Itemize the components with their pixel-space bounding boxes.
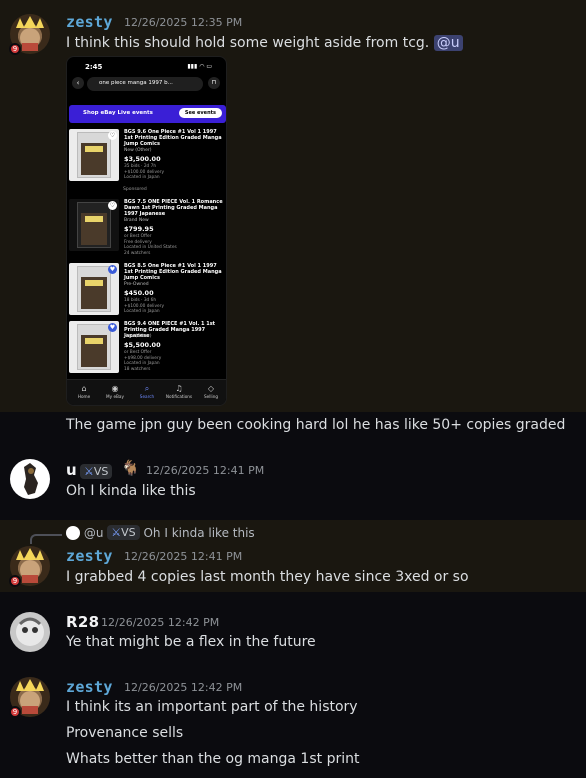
message-text: I think this should hold some weight asi…: [66, 35, 463, 51]
sword-icon: ⚔: [84, 465, 94, 478]
heart-icon: ♡: [108, 201, 117, 210]
nav-selling: ◇ Selling: [196, 384, 226, 399]
timestamp: 12/26/2025 12:35 PM: [124, 16, 243, 29]
role-tag: ⚔VS: [80, 461, 113, 480]
server-badge-icon: 9: [9, 43, 21, 55]
timestamp: 12/26/2025 12:42 PM: [101, 616, 220, 629]
reply-connector: [30, 534, 62, 544]
message-text: Whats better than the og manga 1st print: [66, 751, 360, 767]
listing-price: $5,500.00: [124, 341, 161, 349]
goat-icon: 🐐: [121, 459, 140, 477]
author-name[interactable]: R28: [66, 613, 99, 631]
listing-meta: 18 bids · 3d 6h +$100.00 delivery Locate…: [124, 298, 164, 314]
bell-icon: ♫: [175, 384, 183, 393]
message-text: Oh I kinda like this: [66, 483, 196, 499]
embedded-screenshot[interactable]: 2:45 ▮▮▮ ◠ ▭ ‹ one piece manga 1997 b...…: [66, 56, 227, 406]
listing-price: $3,500.00: [124, 155, 161, 163]
listing-price: $450.00: [124, 289, 154, 297]
server-badge-icon: 9: [9, 706, 21, 718]
avatar-u[interactable]: [10, 459, 50, 499]
heart-icon: ♥: [108, 323, 117, 332]
cart-icon: ⊓: [208, 77, 220, 89]
timestamp: 12/26/2025 12:42 PM: [124, 681, 243, 694]
heart-icon: ♥: [108, 265, 117, 274]
listing-meta: 35 bids · 2d 7h +$100.00 delivery Locate…: [124, 164, 164, 180]
ebay-live-banner: Shop eBay Live events See events: [69, 105, 226, 123]
listing-price: $799.95: [124, 225, 154, 233]
nav-home: ⌂ Home: [69, 384, 99, 399]
message-text: I think its an important part of the his…: [66, 699, 358, 715]
user-icon: ◉: [111, 384, 119, 393]
reply-preview[interactable]: @u ⚔VS Oh I kinda like this: [66, 525, 255, 540]
message-text: Provenance sells: [66, 725, 184, 741]
author-name[interactable]: zesty: [66, 547, 113, 565]
phone-bottom-nav: ⌂ Home ◉ My eBay ⌕ Search ♫ Notifications ◇ S…: [67, 379, 226, 405]
listing-condition: Brand New: [124, 218, 149, 223]
nav-notifications: ♫ Notifications: [165, 384, 193, 399]
message-group-zesty-1: 9 zesty 12/26/2025 12:35 PM I think this…: [0, 0, 586, 412]
tag-icon: ◇: [207, 384, 215, 393]
author-name[interactable]: zesty: [66, 678, 113, 696]
listing-meta: or Best Offer Free delivery Located in U…: [124, 234, 177, 256]
sponsored-label: Sponsored: [123, 187, 147, 192]
see-events-button: See events: [178, 108, 222, 118]
listing-condition: New (Other): [124, 148, 152, 153]
message-text: I grabbed 4 copies last month they have …: [66, 569, 469, 585]
author-name[interactable]: zesty: [66, 13, 113, 31]
phone-status-time: 2:45: [85, 63, 103, 71]
phone-search-bar: one piece manga 1997 b...: [87, 77, 203, 91]
listing-title: BGS 9.6 One Piece #1 Vol 1 1997 1st Prin…: [124, 129, 222, 147]
search-icon: ⌕: [144, 384, 150, 393]
listing-title: BGS 8.5 One Piece #1 Vol 1 1997 1st Prin…: [124, 263, 222, 281]
phone-status-icons: ▮▮▮ ◠ ▭: [187, 63, 212, 70]
nav-search: ⌕ Search: [132, 384, 162, 399]
listing-title: BGS 7.5 ONE PIECE Vol. 1 Romance Dawn 1s…: [124, 199, 223, 217]
reply-avatar: [66, 526, 80, 540]
nav-my-ebay: ◉ My eBay: [100, 384, 130, 399]
listing-condition: New (Other): [124, 334, 152, 339]
heart-icon: ♡: [108, 131, 117, 140]
ebay-live-label: Shop eBay Live events: [83, 110, 153, 116]
home-icon: ⌂: [81, 384, 87, 393]
timestamp: 12/26/2025 12:41 PM: [146, 464, 265, 477]
avatar-r28[interactable]: [10, 612, 50, 652]
message-text: Ye that might be a flex in the future: [66, 634, 316, 650]
back-icon: ‹: [72, 77, 84, 89]
listing-meta: or Best Offer +$98.00 delivery Located i…: [124, 350, 162, 372]
timestamp: 12/26/2025 12:41 PM: [124, 550, 243, 563]
message-text: The game jpn guy been cooking hard lol h…: [66, 417, 566, 433]
user-mention[interactable]: @u: [433, 35, 463, 51]
author-name[interactable]: u: [66, 461, 77, 479]
listing-condition: Pre-Owned: [124, 282, 149, 287]
sword-icon: ⚔: [111, 526, 122, 539]
server-badge-icon: 9: [9, 575, 21, 587]
